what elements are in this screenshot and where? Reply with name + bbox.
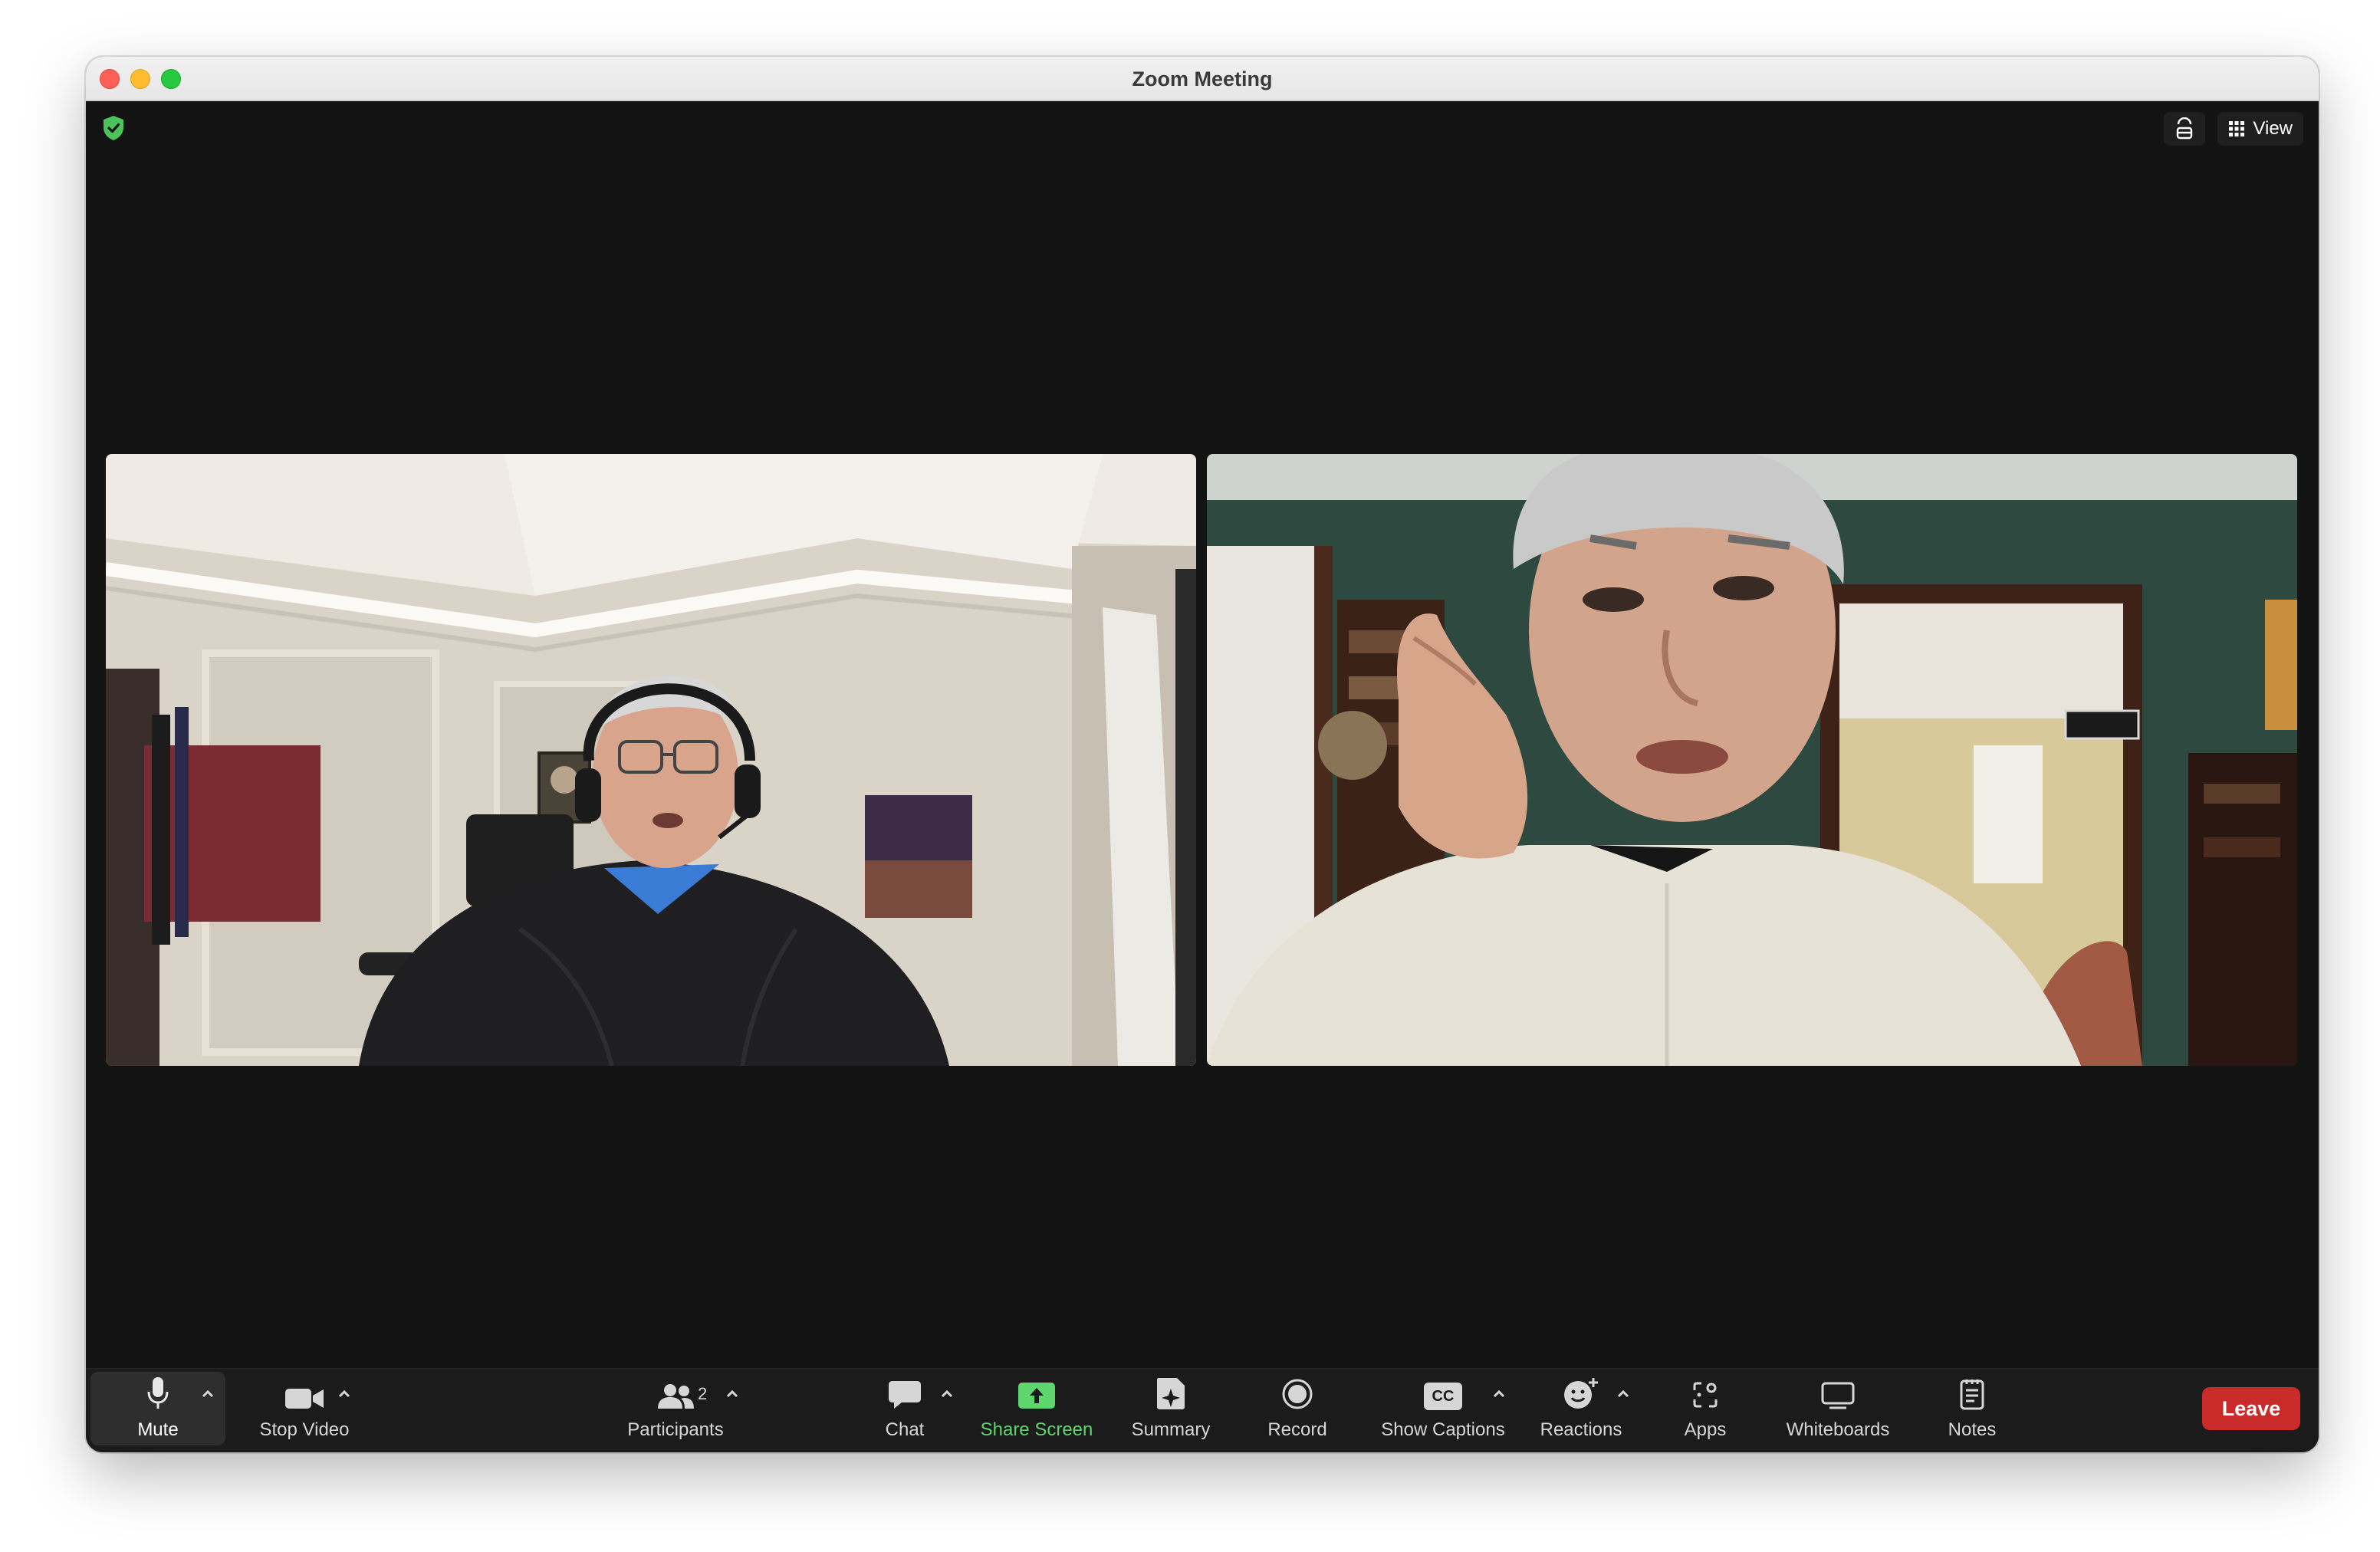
view-button[interactable]: View — [2217, 112, 2303, 146]
people-icon — [656, 1369, 695, 1413]
share-screen-label: Share Screen — [980, 1419, 1093, 1440]
video-camera-icon — [284, 1369, 324, 1413]
view-label: View — [2253, 118, 2293, 139]
captions-options-chevron-up-icon[interactable] — [1491, 1386, 1507, 1402]
immersive-view-icon — [2175, 117, 2194, 140]
title-bar: Zoom Meeting — [86, 57, 2319, 101]
reactions-options-chevron-up-icon[interactable] — [1615, 1386, 1632, 1402]
share-screen-icon — [1017, 1369, 1056, 1413]
grid-icon — [2228, 120, 2245, 137]
participant-video-right[interactable] — [1207, 454, 2297, 1066]
whiteboard-icon — [1820, 1369, 1856, 1413]
mute-button[interactable]: Mute — [90, 1372, 225, 1445]
record-label: Record — [1267, 1419, 1327, 1440]
whiteboards-label: Whiteboards — [1786, 1419, 1890, 1440]
ai-summary-icon — [1155, 1369, 1186, 1413]
summary-label: Summary — [1131, 1419, 1211, 1440]
show-captions-label: Show Captions — [1381, 1419, 1505, 1440]
notes-label: Notes — [1948, 1419, 1997, 1440]
participants-options-chevron-up-icon[interactable] — [724, 1386, 741, 1402]
smiley-plus-icon — [1563, 1369, 1599, 1413]
record-icon — [1281, 1369, 1313, 1413]
window-title: Zoom Meeting — [1132, 67, 1273, 90]
stop-video-label: Stop Video — [259, 1419, 350, 1440]
leave-button[interactable]: Leave — [2202, 1387, 2300, 1430]
apps-label: Apps — [1684, 1419, 1727, 1440]
show-captions-button[interactable]: CC Show Captions — [1374, 1369, 1512, 1452]
top-right-controls: View — [2164, 112, 2303, 146]
video-options-chevron-up-icon[interactable] — [336, 1386, 353, 1402]
shield-check-icon[interactable] — [101, 115, 126, 141]
zoom-window: Zoom Meeting View Mute Stop Video Partic… — [86, 57, 2319, 1452]
participant-video-left[interactable] — [106, 454, 1196, 1066]
chat-options-chevron-up-icon[interactable] — [939, 1386, 955, 1402]
reactions-button[interactable]: Reactions — [1527, 1369, 1635, 1452]
closed-captions-icon: CC — [1424, 1369, 1462, 1413]
stop-video-button[interactable]: Stop Video — [239, 1369, 370, 1452]
mute-label: Mute — [137, 1419, 179, 1440]
video-stage: View — [86, 101, 2319, 1368]
mute-options-chevron-up-icon[interactable] — [199, 1386, 216, 1402]
participants-label: Participants — [627, 1419, 724, 1440]
participants-count: 2 — [698, 1384, 708, 1403]
record-button[interactable]: Record — [1251, 1369, 1343, 1452]
apps-button[interactable]: Apps — [1659, 1369, 1751, 1452]
chat-button[interactable]: Chat — [853, 1369, 957, 1452]
participants-button[interactable]: Participants — [604, 1369, 747, 1452]
meeting-toolbar: Mute Stop Video Participants 2 Chat Shar… — [86, 1368, 2319, 1452]
whiteboards-button[interactable]: Whiteboards — [1773, 1369, 1903, 1452]
chat-label: Chat — [885, 1419, 925, 1440]
apps-icon — [1690, 1369, 1721, 1413]
notes-button[interactable]: Notes — [1926, 1369, 2018, 1452]
notes-icon — [1959, 1369, 1985, 1413]
summary-button[interactable]: Summary — [1113, 1369, 1228, 1452]
reactions-label: Reactions — [1540, 1419, 1622, 1440]
immersive-view-button[interactable] — [2164, 112, 2206, 146]
microphone-icon — [146, 1372, 169, 1413]
share-screen-button[interactable]: Share Screen — [968, 1369, 1106, 1452]
chat-bubble-icon — [888, 1369, 922, 1413]
